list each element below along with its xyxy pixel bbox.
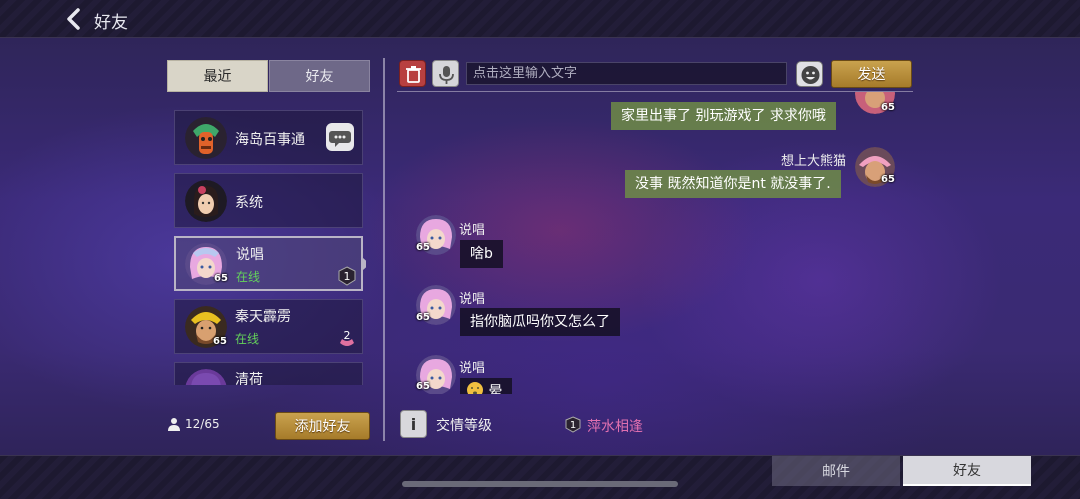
level-badge: 65 bbox=[213, 336, 227, 347]
friend-name: 海岛百事通 bbox=[235, 132, 305, 148]
friend-message-bubble: 指你脑瓜吗你又怎么了 bbox=[460, 308, 620, 336]
friend-item-qinghe[interactable]: 清荷 bbox=[174, 362, 363, 385]
relation-label: 萍水相逢 bbox=[587, 419, 643, 435]
smiley-icon bbox=[801, 66, 820, 84]
relation-level-icon: 1 bbox=[565, 416, 581, 433]
panel-divider bbox=[383, 58, 385, 441]
relation-level-text: 1 bbox=[570, 420, 576, 431]
page-title: 好友 bbox=[94, 13, 128, 33]
message-text: 晕 bbox=[488, 384, 503, 394]
dizzy-emoji-icon bbox=[467, 382, 483, 394]
friend-message-bubble: 晕 bbox=[460, 378, 513, 394]
level-badge: 65 bbox=[416, 312, 430, 323]
tab-friends-bottom[interactable]: 好友 bbox=[903, 456, 1031, 486]
level-badge: 65 bbox=[881, 174, 895, 185]
message-input[interactable] bbox=[466, 62, 787, 85]
sender-name: 说唱 bbox=[459, 361, 486, 376]
tab-friends[interactable]: 好友 bbox=[269, 60, 370, 92]
level-badge: 65 bbox=[416, 381, 430, 392]
voice-button[interactable] bbox=[432, 60, 459, 87]
tab-recent[interactable]: 最近 bbox=[167, 60, 268, 92]
friend-message-bubble: 啥b bbox=[460, 240, 503, 268]
friend-count: 12/65 bbox=[167, 417, 220, 431]
avatar bbox=[185, 117, 227, 159]
level-badge: 65 bbox=[416, 242, 430, 253]
friend-item-shuochang[interactable]: 65 说唱 在线 1 bbox=[174, 236, 366, 291]
my-message-bubble: 没事 既然知道你是nt 就没事了. bbox=[625, 170, 841, 198]
friend-list: 海岛百事通 系统 65 说唱 在线 1 65 秦天霹雳 在线 2 清荷 bbox=[172, 108, 366, 385]
intimacy-level-label: 交情等级 bbox=[436, 418, 492, 434]
relation-level-icon: 2 bbox=[337, 329, 357, 349]
sender-name: 说唱 bbox=[459, 292, 486, 307]
friend-name: 说唱 bbox=[236, 247, 264, 263]
chat-messages: 家里出事了 别玩游戏了 求求你哦 65 想上大熊猫 65 没事 既然知道你是nt… bbox=[397, 92, 913, 394]
back-arrow-icon[interactable] bbox=[62, 6, 88, 32]
friend-item-system[interactable]: 系统 bbox=[174, 173, 363, 228]
top-bar: 好友 bbox=[0, 0, 1080, 38]
relation-level-text: 1 bbox=[344, 270, 351, 283]
send-button[interactable]: 发送 bbox=[831, 60, 912, 88]
level-badge: 65 bbox=[214, 273, 228, 284]
person-icon bbox=[168, 418, 180, 431]
delete-button[interactable] bbox=[399, 60, 426, 87]
info-icon[interactable]: i bbox=[400, 410, 427, 438]
level-badge: 65 bbox=[881, 102, 895, 113]
online-status: 在线 bbox=[236, 270, 261, 284]
avatar bbox=[185, 369, 227, 385]
sender-name: 想上大熊猫 bbox=[781, 154, 847, 169]
my-message-bubble: 家里出事了 别玩游戏了 求求你哦 bbox=[611, 102, 836, 130]
microphone-icon bbox=[439, 66, 454, 84]
friend-count-text: 12/65 bbox=[185, 417, 220, 431]
selected-arrow-icon bbox=[363, 258, 366, 270]
friend-name: 秦天霹雳 bbox=[235, 309, 291, 325]
chat-bubble-icon[interactable] bbox=[326, 123, 354, 151]
relation-level-text: 2 bbox=[344, 329, 351, 342]
trash-icon bbox=[406, 66, 421, 83]
friend-item-island-guide[interactable]: 海岛百事通 bbox=[174, 110, 363, 165]
relation-level-icon: 1 bbox=[337, 266, 357, 286]
friend-item-qintian[interactable]: 65 秦天霹雳 在线 2 bbox=[174, 299, 363, 354]
friend-name: 清荷 bbox=[235, 372, 263, 385]
bottom-bar: 邮件 好友 bbox=[0, 455, 1080, 499]
online-status: 在线 bbox=[235, 332, 260, 346]
friend-name: 系统 bbox=[235, 195, 263, 211]
avatar bbox=[185, 180, 227, 222]
sender-name: 说唱 bbox=[459, 223, 486, 238]
emoji-button[interactable] bbox=[796, 61, 823, 87]
tab-mail[interactable]: 邮件 bbox=[772, 456, 900, 486]
home-indicator[interactable] bbox=[402, 481, 678, 487]
add-friend-button[interactable]: 添加好友 bbox=[275, 412, 370, 440]
